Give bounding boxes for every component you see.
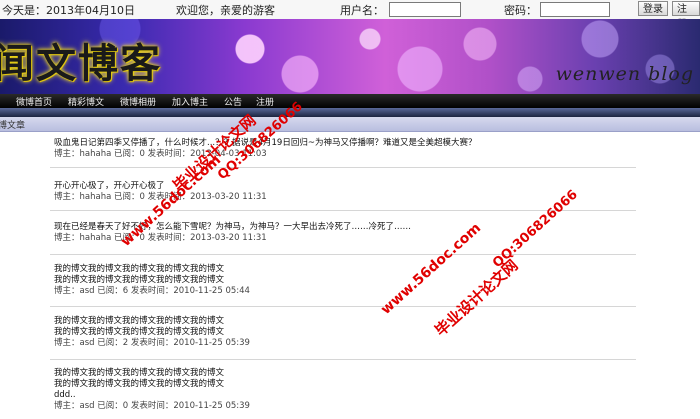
login-button[interactable]: 登录 bbox=[638, 1, 668, 16]
nav-divider bbox=[0, 108, 700, 117]
post-body-line: 我的博文我的博文我的博文我的博文我的博文 bbox=[54, 316, 225, 326]
post-item[interactable]: 我的博文我的博文我的博文我的博文我的博文 我的博文我的博文我的博文我的博文我的博… bbox=[54, 368, 634, 412]
password-label: 密码： bbox=[504, 4, 537, 17]
site-logo[interactable]: 闻文博客 bbox=[0, 31, 162, 89]
nav-item-register[interactable]: 注册 bbox=[256, 95, 274, 108]
post-title[interactable]: 开心开心极了，开心开心极了 bbox=[54, 181, 634, 192]
divider bbox=[50, 210, 636, 211]
nav-item-album[interactable]: 微博相册 bbox=[120, 95, 156, 108]
post-item[interactable]: 现在已经是春天了好不好，怎么能下雪呢？为神马，为神马？一大早出去冷死了……冷死了… bbox=[54, 222, 634, 244]
post-meta: 博主：hahaha 已阅：0 发表时间：2013-04-03 11:03 bbox=[54, 149, 267, 159]
section-bar: 博文章 bbox=[0, 117, 700, 132]
post-meta: 博主：asd 已阅：6 发表时间：2010-11-25 05:44 bbox=[54, 286, 250, 296]
post-meta: 博主：asd 已阅：2 发表时间：2010-11-25 05:39 bbox=[54, 338, 250, 348]
post-body-line: 我的博文我的博文我的博文我的博文我的博文 bbox=[54, 275, 225, 285]
post-body-line: 我的博文我的博文我的博文我的博文我的博文 bbox=[54, 368, 225, 378]
main-nav: 微博首页 精彩博文 微博相册 加入博主 公告 注册 bbox=[0, 94, 700, 108]
divider bbox=[50, 167, 636, 168]
top-bar: 今天是：2013年04月10日 欢迎您，亲爱的游客 用户名： 密码： 登录 注册 bbox=[0, 0, 700, 30]
nav-item-featured[interactable]: 精彩博文 bbox=[68, 95, 104, 108]
post-meta: 博主：hahaha 已阅：0 发表时间：2013-03-20 11:31 bbox=[54, 192, 267, 202]
nav-item-home[interactable]: 微博首页 bbox=[16, 95, 52, 108]
site-tagline: wenwen blog bbox=[555, 63, 694, 85]
post-body-line: 我的博文我的博文我的博文我的博文我的博文 bbox=[54, 327, 225, 337]
post-item[interactable]: 开心开心极了，开心开心极了 博主：hahaha 已阅：0 发表时间：2013-0… bbox=[54, 181, 634, 203]
post-item[interactable]: 吸血鬼日记第四季又停播了，什么时候才...？？据说是4月19日回归~为神马又停播… bbox=[54, 138, 634, 160]
section-title: 博文章 bbox=[0, 121, 26, 131]
post-item[interactable]: 我的博文我的博文我的博文我的博文我的博文 我的博文我的博文我的博文我的博文我的博… bbox=[54, 316, 634, 349]
post-title[interactable]: 吸血鬼日记第四季又停播了，什么时候才...？？据说是4月19日回归~为神马又停播… bbox=[54, 138, 634, 149]
nav-item-join[interactable]: 加入博主 bbox=[172, 95, 208, 108]
register-button[interactable]: 注册 bbox=[672, 1, 700, 30]
username-label: 用户名： bbox=[340, 4, 384, 17]
divider bbox=[50, 254, 636, 255]
divider bbox=[50, 359, 636, 360]
password-input[interactable] bbox=[540, 2, 610, 17]
post-item[interactable]: 我的博文我的博文我的博文我的博文我的博文 我的博文我的博文我的博文我的博文我的博… bbox=[54, 264, 634, 297]
banner: 闻文博客 wenwen blog bbox=[0, 19, 700, 94]
date-label: 今天是：2013年04月10日 bbox=[2, 4, 135, 17]
username-input[interactable] bbox=[389, 2, 461, 17]
welcome-text: 欢迎您，亲爱的游客 bbox=[176, 4, 275, 17]
post-title[interactable]: 现在已经是春天了好不好，怎么能下雪呢？为神马，为神马？一大早出去冷死了……冷死了… bbox=[54, 222, 634, 233]
nav-item-notice[interactable]: 公告 bbox=[224, 95, 242, 108]
post-body-line: 我的博文我的博文我的博文我的博文我的博文 bbox=[54, 264, 225, 274]
post-body-line: 我的博文我的博文我的博文我的博文我的博文 bbox=[54, 379, 225, 389]
divider bbox=[50, 306, 636, 307]
post-meta: 博主：hahaha 已阅：0 发表时间：2013-03-20 11:31 bbox=[54, 233, 267, 243]
post-body-line: ddd.. bbox=[54, 390, 76, 400]
post-meta: 博主：asd 已阅：0 发表时间：2010-11-25 05:39 bbox=[54, 401, 250, 411]
